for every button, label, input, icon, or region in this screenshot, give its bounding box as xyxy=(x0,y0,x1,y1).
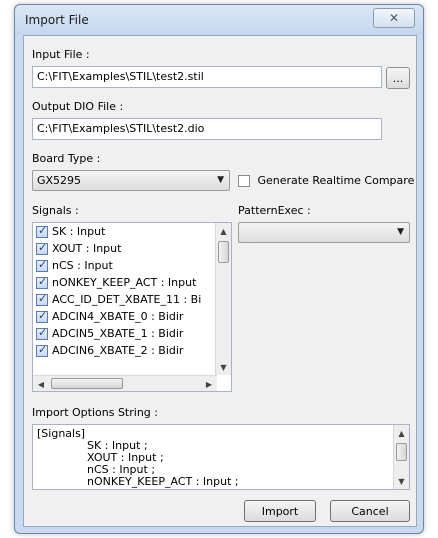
signals-list[interactable]: SK : Input XOUT : Input nCS : Input nONK… xyxy=(32,222,232,392)
signals-horizontal-scrollbar[interactable]: ◀ ▶ xyxy=(33,375,217,391)
pattern-exec-label: PatternExec : xyxy=(238,204,311,217)
signal-label: ADCIN4_XBATE_0 : Bidir xyxy=(52,310,184,323)
signal-checkbox[interactable] xyxy=(36,276,48,289)
scroll-up-icon[interactable]: ▲ xyxy=(394,425,409,441)
chevron-down-icon: ▼ xyxy=(217,175,224,185)
signals-vertical-scrollbar[interactable]: ▲ ▼ xyxy=(215,223,231,375)
options-line: nONKEY_KEEP_ACT : Input ; xyxy=(87,475,239,488)
import-options-textarea[interactable]: [Signals] SK : Input ; XOUT : Input ; nC… xyxy=(32,424,410,490)
signal-label: ADCIN6_XBATE_2 : Bidir xyxy=(52,344,184,357)
realtime-compare-check[interactable] xyxy=(238,175,250,187)
scroll-thumb-horizontal[interactable] xyxy=(51,378,123,389)
realtime-compare-label: Generate Realtime Compare xyxy=(257,174,415,187)
signal-item[interactable]: ADCIN6_XBATE_2 : Bidir xyxy=(36,344,206,361)
scroll-left-icon[interactable]: ◀ xyxy=(33,376,49,391)
signal-item[interactable]: nCS : Input xyxy=(36,259,206,276)
signal-checkbox[interactable] xyxy=(36,259,48,272)
browse-button[interactable]: ... xyxy=(386,67,410,89)
board-type-select[interactable]: GX5295 ▼ xyxy=(32,170,230,191)
input-file-label: Input File : xyxy=(32,48,90,61)
signal-label: ADCIN5_XBATE_1 : Bidir xyxy=(52,327,184,340)
input-file-field[interactable]: C:\FIT\Examples\STIL\test2.stil xyxy=(32,66,382,88)
output-file-label: Output DIO File : xyxy=(32,100,124,113)
cancel-button[interactable]: Cancel xyxy=(330,500,410,522)
scroll-thumb[interactable] xyxy=(396,443,407,461)
scroll-up-icon[interactable]: ▲ xyxy=(216,223,231,239)
close-icon: ✕ xyxy=(388,11,400,25)
scroll-down-icon[interactable]: ▼ xyxy=(216,359,231,375)
realtime-compare-checkbox[interactable]: Generate Realtime Compare xyxy=(238,174,414,187)
signal-item[interactable]: ADCIN4_XBATE_0 : Bidir xyxy=(36,310,206,327)
scroll-down-icon[interactable]: ▼ xyxy=(394,473,409,489)
import-button[interactable]: Import xyxy=(244,500,316,522)
title-bar: Import File ✕ xyxy=(15,5,423,35)
signal-checkbox[interactable] xyxy=(36,225,48,238)
scroll-thumb[interactable] xyxy=(218,241,229,263)
board-type-label: Board Type : xyxy=(32,152,101,165)
signal-checkbox[interactable] xyxy=(36,293,48,306)
signal-item[interactable]: SK : Input xyxy=(36,225,206,242)
signals-label: Signals : xyxy=(32,204,79,217)
close-button[interactable]: ✕ xyxy=(373,8,415,28)
signal-label: nCS : Input xyxy=(52,259,113,272)
signal-label: ACC_ID_DET_XBATE_11 : Bi xyxy=(52,293,202,306)
signal-item[interactable]: ADCIN5_XBATE_1 : Bidir xyxy=(36,327,206,344)
pattern-exec-select[interactable]: ▼ xyxy=(238,222,410,243)
dialog-body: Input File : C:\FIT\Examples\STIL\test2.… xyxy=(23,35,417,527)
signal-item[interactable]: ACC_ID_DET_XBATE_11 : Bi xyxy=(36,293,206,310)
import-file-dialog: Import File ✕ Input File : C:\FIT\Exampl… xyxy=(14,4,424,534)
signal-label: XOUT : Input xyxy=(52,242,122,255)
signal-item[interactable]: nONKEY_KEEP_ACT : Input xyxy=(36,276,206,293)
scroll-right-icon[interactable]: ▶ xyxy=(201,376,217,391)
signal-checkbox[interactable] xyxy=(36,344,48,357)
signal-checkbox[interactable] xyxy=(36,327,48,340)
signal-checkbox[interactable] xyxy=(36,310,48,323)
signal-label: nONKEY_KEEP_ACT : Input xyxy=(52,276,197,289)
options-line: [Signals] xyxy=(37,427,86,440)
dialog-title: Import File xyxy=(25,13,89,27)
chevron-down-icon: ▼ xyxy=(397,227,404,237)
signal-item[interactable]: XOUT : Input xyxy=(36,242,206,259)
options-vertical-scrollbar[interactable]: ▲ ▼ xyxy=(393,425,409,489)
import-options-label: Import Options String : xyxy=(32,406,158,419)
signal-checkbox[interactable] xyxy=(36,242,48,255)
signal-label: SK : Input xyxy=(52,225,106,238)
output-file-field[interactable]: C:\FIT\Examples\STIL\test2.dio xyxy=(32,118,382,140)
board-type-value: GX5295 xyxy=(37,174,82,187)
